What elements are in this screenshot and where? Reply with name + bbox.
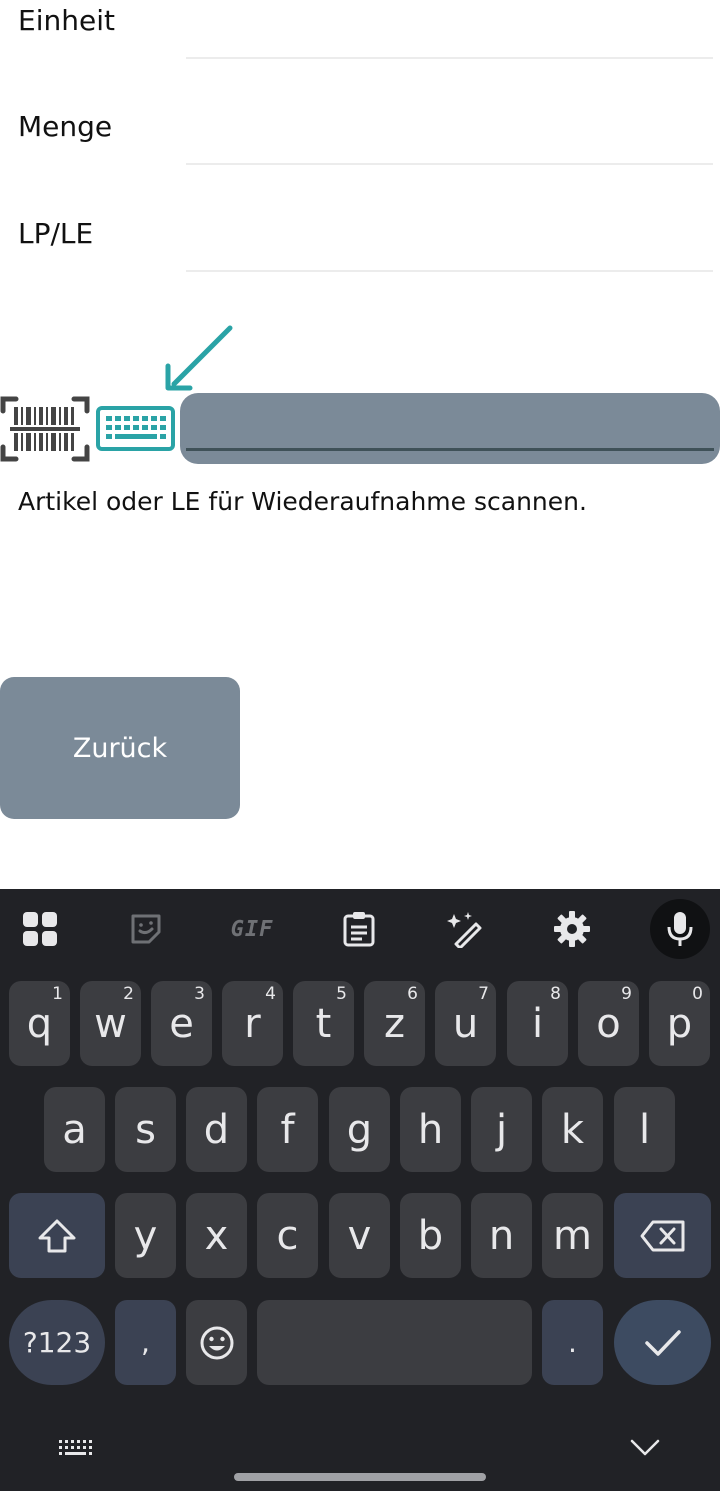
key-g[interactable]: g — [329, 1087, 390, 1172]
key-u[interactable]: u7 — [435, 981, 496, 1066]
key-i[interactable]: i8 — [507, 981, 568, 1066]
hide-keyboard-icon[interactable] — [630, 1439, 660, 1457]
key-n[interactable]: n — [471, 1193, 532, 1278]
pointer-arrow-icon — [165, 325, 233, 391]
field-line-menge[interactable] — [186, 163, 713, 165]
key-b[interactable]: b — [400, 1193, 461, 1278]
key-x[interactable]: x — [186, 1193, 247, 1278]
key-z[interactable]: z6 — [364, 981, 425, 1066]
scan-hint-text: Artikel oder LE für Wiederaufnahme scann… — [18, 487, 587, 516]
field-line-einheit[interactable] — [186, 57, 713, 59]
field-label-einheit: Einheit — [18, 4, 115, 37]
backspace-icon — [640, 1220, 684, 1251]
gear-icon[interactable] — [542, 899, 602, 959]
sticker-icon[interactable] — [116, 899, 176, 959]
key-c[interactable]: c — [257, 1193, 318, 1278]
emoji-icon — [200, 1326, 233, 1359]
key-m[interactable]: m — [542, 1193, 603, 1278]
magic-pen-icon[interactable] — [435, 899, 495, 959]
scan-input-container — [180, 393, 720, 464]
scan-input-underline — [186, 448, 714, 451]
back-button[interactable]: Zurück — [0, 677, 240, 819]
keyboard-switch-icon[interactable] — [58, 1439, 92, 1457]
key-q[interactable]: q1 — [9, 981, 70, 1066]
scan-input[interactable] — [186, 393, 714, 451]
shift-arrow-icon — [38, 1219, 76, 1252]
key-l[interactable]: l — [614, 1087, 675, 1172]
microphone-icon[interactable] — [650, 899, 710, 959]
key-h[interactable]: h — [400, 1087, 461, 1172]
key-w[interactable]: w2 — [80, 981, 141, 1066]
space-key[interactable] — [257, 1300, 532, 1385]
key-o[interactable]: o9 — [578, 981, 639, 1066]
key-j[interactable]: j — [471, 1087, 532, 1172]
field-line-lp-le[interactable] — [186, 270, 713, 272]
shift-key[interactable] — [9, 1193, 105, 1278]
soft-keyboard: GIF q1 w 2 e 3 r 4 t 5 z 6 u 7 i 8 o 9 p… — [0, 889, 720, 1491]
enter-key[interactable] — [614, 1300, 711, 1385]
key-f[interactable]: f — [257, 1087, 318, 1172]
barcode-scan-icon[interactable] — [0, 393, 90, 465]
key-e[interactable]: e3 — [151, 981, 212, 1066]
key-a[interactable]: a — [44, 1087, 105, 1172]
backspace-key[interactable] — [614, 1193, 711, 1278]
field-label-menge: Menge — [18, 110, 113, 143]
key-d[interactable]: d — [186, 1087, 247, 1172]
key-k[interactable]: k — [542, 1087, 603, 1172]
symbols-key[interactable]: ?123 — [9, 1300, 105, 1385]
key-y[interactable]: y — [115, 1193, 176, 1278]
clipboard-icon[interactable] — [329, 899, 389, 959]
home-indicator[interactable] — [234, 1473, 486, 1481]
key-r[interactable]: r4 — [222, 981, 283, 1066]
keyboard-toolbar: GIF — [0, 889, 720, 969]
key-comma[interactable]: , — [115, 1300, 176, 1385]
apps-grid-icon[interactable] — [10, 899, 70, 959]
key-t[interactable]: t5 — [293, 981, 354, 1066]
field-label-lp-le: LP/LE — [18, 217, 94, 250]
key-p[interactable]: p0 — [649, 981, 710, 1066]
key-period[interactable]: . — [542, 1300, 603, 1385]
key-v[interactable]: v — [329, 1193, 390, 1278]
checkmark-icon — [644, 1329, 681, 1356]
gif-button[interactable]: GIF — [222, 899, 282, 959]
keyboard-toggle-icon[interactable] — [96, 406, 175, 451]
emoji-key[interactable] — [186, 1300, 247, 1385]
key-s[interactable]: s — [115, 1087, 176, 1172]
